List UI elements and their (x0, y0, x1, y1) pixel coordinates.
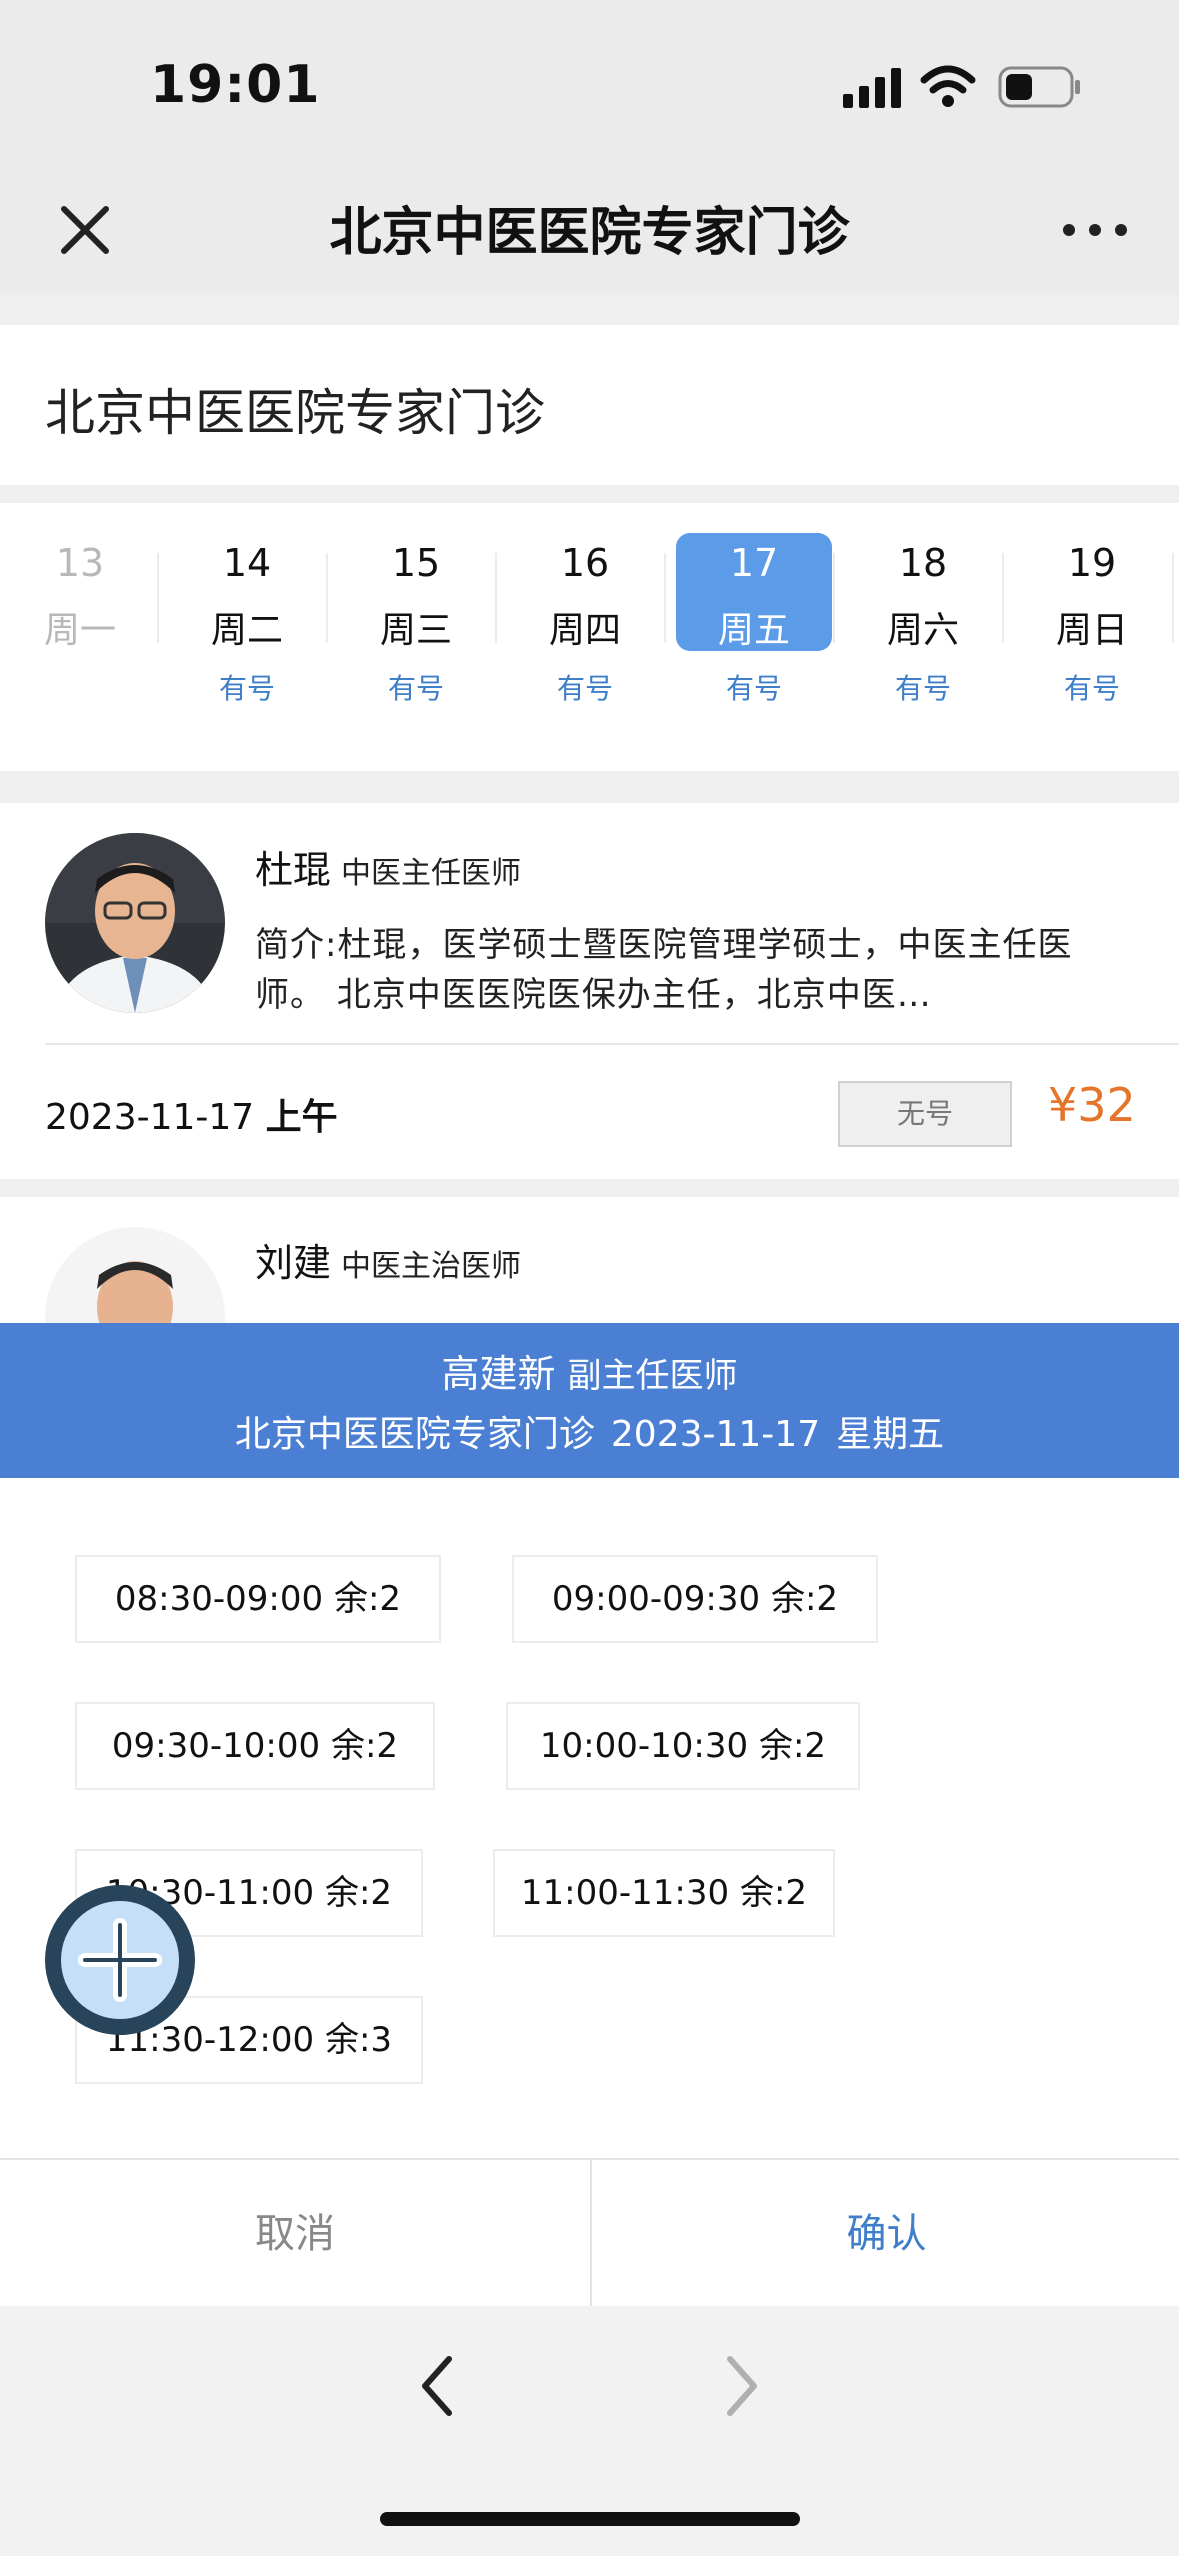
schedule-date: 2023-11-17 上午 (45, 1088, 338, 1140)
date-tab-19[interactable]: 19 周日 有号 (1012, 533, 1172, 733)
date-tab-16[interactable]: 16 周四 有号 (505, 533, 665, 733)
confirm-button[interactable]: 确认 (590, 2160, 1179, 2308)
doctor-card[interactable]: 刘建 中医主治医师 (0, 1197, 1179, 1323)
status-bar: 19:01 (0, 0, 1179, 160)
date-number: 17 (729, 541, 779, 585)
price: ¥32 (1048, 1078, 1136, 1132)
date-weekday: 周四 (548, 610, 621, 651)
floating-add-button[interactable] (45, 1885, 195, 2035)
date-number: 19 (1067, 541, 1117, 585)
modal-footer: 取消 确认 (0, 2158, 1179, 2308)
back-arrow-icon[interactable] (415, 2351, 459, 2421)
doctor-name-line: 杜琨 中医主任医师 (255, 839, 521, 894)
date-weekday: 周六 (886, 610, 959, 651)
schedule-period: 上午 (265, 1097, 338, 1138)
time-slot[interactable]: 09:30-10:00 余:2 (75, 1702, 435, 1790)
divider (833, 553, 835, 643)
modal-clinic: 北京中医医院专家门诊 (234, 1414, 595, 1455)
doctor-title: 中医主任医师 (341, 856, 522, 891)
wifi-icon (920, 65, 976, 107)
time-slot[interactable]: 10:00-10:30 余:2 (506, 1702, 860, 1790)
doctor-card[interactable]: 杜琨 中医主任医师 简介:杜琨，医学硕士暨医院管理学硕士，中医主任医师。 北京中医… (0, 803, 1179, 1179)
battery-icon (998, 66, 1080, 108)
time-slot[interactable]: 08:30-09:00 余:2 (75, 1555, 441, 1643)
status-button[interactable]: 无号 (838, 1081, 1012, 1147)
divider (1002, 553, 1004, 643)
time-slot-panel: 08:30-09:00 余:2 09:00-09:30 余:2 09:30-10… (0, 1478, 1179, 2158)
date-weekday: 周五 (717, 610, 790, 651)
time-slot[interactable]: 11:00-11:30 余:2 (493, 1849, 835, 1937)
date-weekday: 周一 (43, 610, 116, 651)
date-weekday: 周日 (1055, 610, 1128, 651)
doctor-intro: 简介:杜琨，医学硕士暨医院管理学硕士，中医主任医师。 北京中医医院医保办主任，北… (255, 925, 1073, 1015)
doctor-name-line: 刘建 中医主治医师 (255, 1232, 521, 1287)
date-availability: 有号 (725, 672, 782, 705)
modal-clinic-line: 北京中医医院专家门诊 2023-11-17 星期五 (0, 1405, 1179, 1457)
divider (326, 553, 328, 643)
date-number: 15 (391, 541, 441, 585)
date-availability: 有号 (894, 672, 951, 705)
doctor-name: 刘建 (255, 1241, 332, 1285)
date-number: 13 (55, 541, 105, 585)
date-number: 14 (222, 541, 272, 585)
modal-doctor-line: 高建新 副主任医师 (0, 1343, 1179, 1398)
modal-doctor-title: 副主任医师 (567, 1356, 738, 1396)
date-availability: 有号 (556, 672, 613, 705)
nav-title: 北京中医医院专家门诊 (329, 203, 850, 263)
time-slot[interactable]: 09:00-09:30 余:2 (512, 1555, 878, 1643)
date-weekday: 周二 (210, 610, 283, 651)
modal-header: 高建新 副主任医师 北京中医医院专家门诊 2023-11-17 星期五 (0, 1323, 1179, 1478)
date-number: 16 (560, 541, 610, 585)
schedule-date-value: 2023-11-17 (45, 1097, 255, 1138)
divider (157, 553, 159, 643)
header-card: 北京中医医院专家门诊 (0, 325, 1179, 485)
cancel-button[interactable]: 取消 (0, 2160, 590, 2308)
nav-bar: 北京中医医院专家门诊 (0, 160, 1179, 295)
page-title: 北京中医医院专家门诊 (45, 384, 545, 442)
doctor-title: 中医主治医师 (341, 1249, 522, 1284)
signal-icon (843, 68, 901, 108)
date-tab-13: 13 周一 (0, 533, 160, 733)
date-availability: 有号 (387, 672, 444, 705)
modal-weekday: 星期五 (836, 1414, 945, 1455)
forward-arrow-icon[interactable] (720, 2351, 764, 2421)
date-weekday: 周三 (379, 610, 452, 651)
modal-doctor-name: 高建新 (441, 1352, 556, 1396)
date-number: 18 (898, 541, 948, 585)
date-selector: 13 周一 14 周二 有号 15 周三 有号 16 周四 有号 17 周五 有… (0, 503, 1179, 771)
date-tab-17[interactable]: 17 周五 有号 (674, 533, 834, 733)
divider (1172, 553, 1174, 643)
status-time: 19:01 (150, 55, 321, 115)
doctor-name: 杜琨 (255, 848, 332, 892)
plus-icon (61, 1901, 179, 2019)
doctor-avatar (45, 833, 225, 1013)
modal-date: 2023-11-17 (610, 1414, 821, 1455)
doctor-avatar (45, 1227, 225, 1323)
date-tab-15[interactable]: 15 周三 有号 (336, 533, 496, 733)
more-icon[interactable] (1055, 195, 1135, 265)
date-availability: 有号 (1063, 672, 1120, 705)
date-tab-18[interactable]: 18 周六 有号 (843, 533, 1003, 733)
divider (664, 553, 666, 643)
divider (45, 1043, 1179, 1045)
date-availability: 有号 (218, 672, 275, 705)
date-tab-14[interactable]: 14 周二 有号 (167, 533, 327, 733)
divider (495, 553, 497, 643)
home-indicator (380, 2512, 800, 2526)
